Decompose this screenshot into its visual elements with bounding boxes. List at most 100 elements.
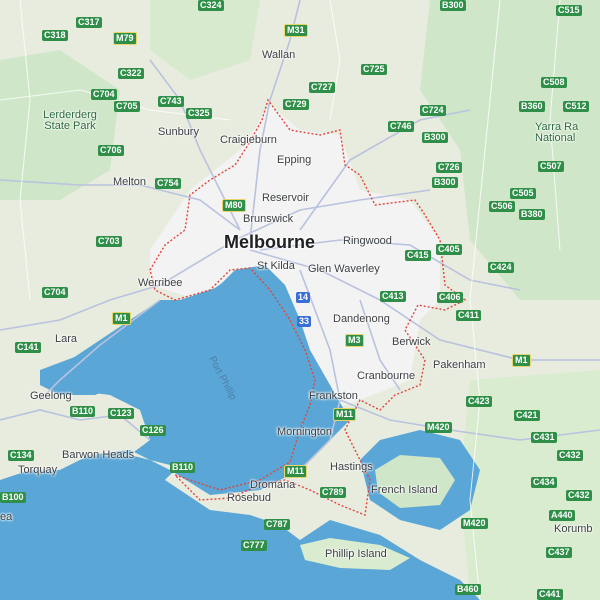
label-melbourne[interactable]: Melbourne [224, 233, 315, 251]
label-dandenong[interactable]: Dandenong [333, 314, 390, 325]
shield-m420b: M420 [461, 518, 488, 529]
shield-c727: C727 [309, 82, 335, 93]
shield-c318: C318 [42, 30, 68, 41]
shield-m11b: M11 [284, 465, 308, 478]
label-melton[interactable]: Melton [113, 177, 146, 188]
shield-m11: M11 [333, 408, 357, 421]
label-brunswick[interactable]: Brunswick [243, 214, 293, 225]
shield-b380: B380 [519, 209, 545, 220]
shield-b360: B360 [519, 101, 545, 112]
label-epping[interactable]: Epping [277, 155, 311, 166]
shield-c787: C787 [264, 519, 290, 530]
shield-freeway-33: 33 [297, 316, 312, 327]
shield-c317: C317 [76, 17, 102, 28]
shield-c726: C726 [436, 162, 462, 173]
shield-c515: C515 [556, 5, 582, 16]
label-hastings[interactable]: Hastings [330, 462, 373, 473]
shield-m1b: M1 [512, 354, 531, 367]
shield-c421: C421 [514, 410, 540, 421]
shield-c789: C789 [320, 487, 346, 498]
shield-c777: C777 [241, 540, 267, 551]
label-wallan[interactable]: Wallan [262, 50, 295, 61]
label-rosebud[interactable]: Rosebud [227, 493, 271, 504]
shield-c423: C423 [466, 396, 492, 407]
shield-c743: C743 [158, 96, 184, 107]
shield-b460: B460 [455, 584, 481, 595]
shield-m420a: M420 [425, 422, 452, 433]
label-yarra-ranges-national[interactable]: Yarra Ra National [535, 122, 600, 144]
shield-c406: C406 [437, 292, 463, 303]
label-craigieburn[interactable]: Craigieburn [220, 135, 277, 146]
shield-c441: C441 [537, 589, 563, 600]
label-barwon-heads[interactable]: Barwon Heads [62, 450, 134, 461]
label-french-island[interactable]: French Island [371, 485, 438, 496]
label-pakenham[interactable]: Pakenham [433, 360, 486, 371]
shield-c746: C746 [388, 121, 414, 132]
inner-bay [160, 270, 305, 470]
label-torquay[interactable]: Torquay [18, 465, 57, 476]
shield-c424: C424 [488, 262, 514, 273]
label-dromana[interactable]: Dromana [250, 480, 295, 491]
shield-b100: B100 [0, 492, 26, 503]
shield-c704b: C704 [42, 287, 68, 298]
shield-c724: C724 [420, 105, 446, 116]
shield-b110a: B110 [70, 406, 96, 417]
shield-m79: M79 [113, 32, 137, 45]
shield-c729: C729 [283, 99, 309, 110]
label-phillip-island[interactable]: Phillip Island [325, 549, 387, 560]
shield-c324: C324 [198, 0, 224, 11]
shield-c411: C411 [456, 310, 482, 321]
label-werribee[interactable]: Werribee [138, 278, 182, 289]
shield-b300a: B300 [440, 0, 466, 11]
shield-c126: C126 [140, 425, 166, 436]
shield-c432: C432 [557, 450, 583, 461]
shield-m31: M31 [284, 24, 308, 37]
shield-c508: C508 [541, 77, 567, 88]
shield-b110b: B110 [170, 462, 196, 473]
shield-m3: M3 [345, 334, 364, 347]
shield-c431: C431 [531, 432, 557, 443]
shield-b300b: B300 [422, 132, 448, 143]
shield-c505: C505 [510, 188, 536, 199]
shield-c512: C512 [563, 101, 589, 112]
label-lea[interactable]: ea [0, 512, 12, 523]
shield-c322: C322 [118, 68, 144, 79]
shield-a440: A440 [549, 510, 575, 521]
label-mornington[interactable]: Mornington [277, 427, 332, 438]
map-view[interactable]: Melbourne Wallan Sunbury Craigieburn Epp… [0, 0, 600, 600]
label-geelong[interactable]: Geelong [30, 391, 72, 402]
label-frankston[interactable]: Frankston [309, 391, 358, 402]
label-ringwood[interactable]: Ringwood [343, 236, 392, 247]
label-lara[interactable]: Lara [55, 334, 77, 345]
shield-freeway-14: 14 [296, 292, 311, 303]
label-reservoir[interactable]: Reservoir [262, 193, 309, 204]
shield-c415: C415 [405, 250, 431, 261]
shield-c705: C705 [114, 101, 140, 112]
shield-c725: C725 [361, 64, 387, 75]
label-korumburra[interactable]: Korumb [554, 524, 593, 535]
label-glen-waverley[interactable]: Glen Waverley [308, 264, 380, 275]
shield-c706: C706 [98, 145, 124, 156]
shield-c437: C437 [546, 547, 572, 558]
label-sunbury[interactable]: Sunbury [158, 127, 199, 138]
shield-b300c: B300 [432, 177, 458, 188]
shield-c434: C434 [531, 477, 557, 488]
shield-c432b: C432 [566, 490, 592, 501]
shield-m1a: M1 [112, 312, 131, 325]
shield-c413: C413 [380, 291, 406, 302]
shield-c123: C123 [108, 408, 134, 419]
shield-c507: C507 [538, 161, 564, 172]
label-st-kilda[interactable]: St Kilda [257, 261, 295, 272]
shield-m80: M80 [222, 199, 246, 212]
shield-c141: C141 [15, 342, 41, 353]
shield-c134: C134 [8, 450, 34, 461]
label-berwick[interactable]: Berwick [392, 337, 431, 348]
shield-c405: C405 [436, 244, 462, 255]
shield-c703: C703 [96, 236, 122, 247]
shield-c325: C325 [186, 108, 212, 119]
shield-c506: C506 [489, 201, 515, 212]
label-lerderderg-state-park[interactable]: Lerderderg State Park [30, 110, 110, 132]
shield-c704a: C704 [91, 89, 117, 100]
label-cranbourne[interactable]: Cranbourne [357, 371, 415, 382]
shield-c754: C754 [155, 178, 181, 189]
